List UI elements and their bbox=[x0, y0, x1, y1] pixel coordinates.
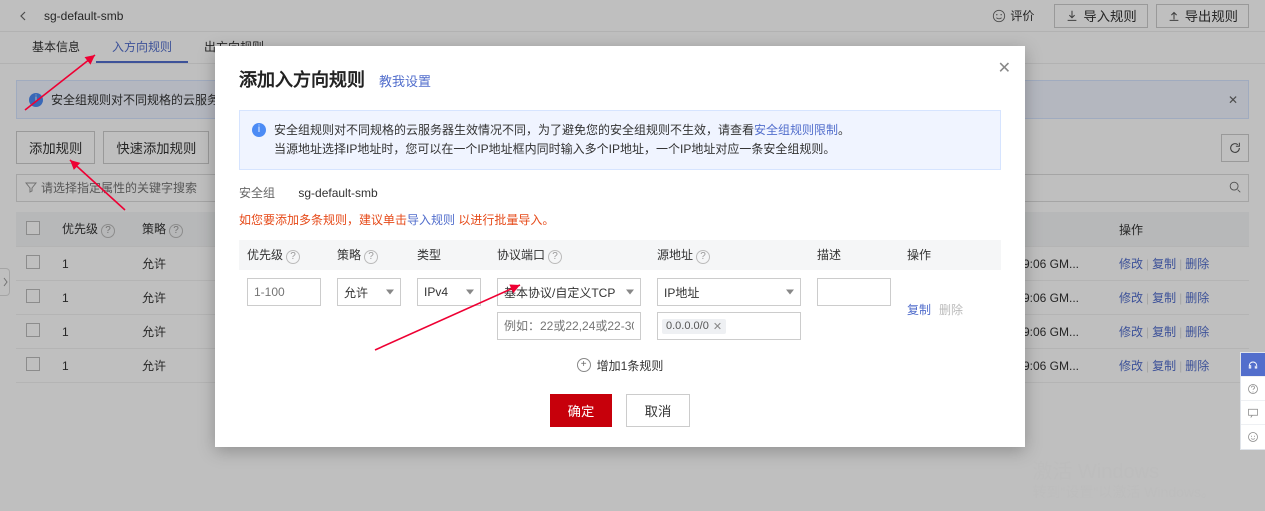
import-rules-link[interactable]: 导入规则 bbox=[407, 213, 455, 227]
priority-input[interactable] bbox=[247, 278, 321, 306]
float-smile-icon[interactable] bbox=[1241, 425, 1265, 449]
windows-activation-watermark: 激活 Windows 转到"设置"以激活 Windows。 bbox=[1032, 460, 1215, 501]
chevron-down-icon bbox=[786, 290, 794, 295]
rule-form-row: 允许 IPv4 基本协议/自定义TCP IP地址 0.0.0.0/0✕ 复制删除 bbox=[239, 278, 1001, 340]
row-copy-link[interactable]: 复制 bbox=[907, 301, 931, 318]
type-select[interactable]: IPv4 bbox=[417, 278, 481, 306]
chevron-down-icon bbox=[466, 290, 474, 295]
chevron-down-icon bbox=[386, 290, 394, 295]
float-help-icon[interactable] bbox=[1241, 377, 1265, 401]
sg-value: sg-default-smb bbox=[298, 186, 377, 200]
tutorial-link[interactable]: 教我设置 bbox=[379, 71, 431, 90]
policy-select[interactable]: 允许 bbox=[337, 278, 401, 306]
security-group-row: 安全组 sg-default-smb bbox=[239, 184, 1001, 201]
confirm-button[interactable]: 确定 bbox=[550, 394, 613, 427]
port-input[interactable] bbox=[497, 312, 641, 340]
right-float-toolbar bbox=[1240, 352, 1265, 450]
sg-label: 安全组 bbox=[239, 186, 275, 200]
sg-limit-link[interactable]: 安全组规则限制 bbox=[754, 123, 838, 137]
modal-actions: 确定 取消 bbox=[239, 394, 1001, 427]
source-ip-input[interactable]: 0.0.0.0/0✕ bbox=[657, 312, 801, 340]
bulk-import-tip: 如您要添加多条规则，建议单击导入规则 以进行批量导入。 bbox=[239, 211, 1001, 228]
row-delete-link: 删除 bbox=[939, 301, 963, 318]
float-feedback-icon[interactable] bbox=[1241, 401, 1265, 425]
add-more-row: + 增加1条规则 bbox=[239, 356, 1001, 374]
help-icon[interactable]: ? bbox=[286, 250, 300, 264]
chip-remove-icon[interactable]: ✕ bbox=[713, 320, 722, 333]
float-headset-icon[interactable] bbox=[1241, 353, 1265, 377]
help-icon[interactable]: ? bbox=[696, 250, 710, 264]
form-header: 优先级? 策略? 类型 协议端口? 源地址? 描述 操作 bbox=[239, 240, 1001, 270]
description-input[interactable] bbox=[817, 278, 891, 306]
source-mode-select[interactable]: IP地址 bbox=[657, 278, 801, 306]
add-one-rule-button[interactable]: + 增加1条规则 bbox=[577, 357, 664, 374]
ip-chip: 0.0.0.0/0✕ bbox=[662, 319, 726, 334]
help-icon[interactable]: ? bbox=[548, 250, 562, 264]
modal-close-icon[interactable]: ✕ bbox=[998, 58, 1011, 78]
modal-notice: i 安全组规则对不同规格的云服务器生效情况不同，为了避免您的安全组规则不生效，请… bbox=[239, 110, 1001, 170]
add-rule-modal: ✕ 添加入方向规则 教我设置 i 安全组规则对不同规格的云服务器生效情况不同，为… bbox=[215, 46, 1025, 447]
modal-title: 添加入方向规则 bbox=[239, 66, 365, 92]
cancel-button[interactable]: 取消 bbox=[626, 394, 691, 427]
plus-circle-icon: + bbox=[577, 358, 591, 372]
help-icon[interactable]: ? bbox=[364, 250, 378, 264]
info-icon: i bbox=[252, 123, 266, 137]
protocol-select[interactable]: 基本协议/自定义TCP bbox=[497, 278, 641, 306]
chevron-down-icon bbox=[626, 290, 634, 295]
